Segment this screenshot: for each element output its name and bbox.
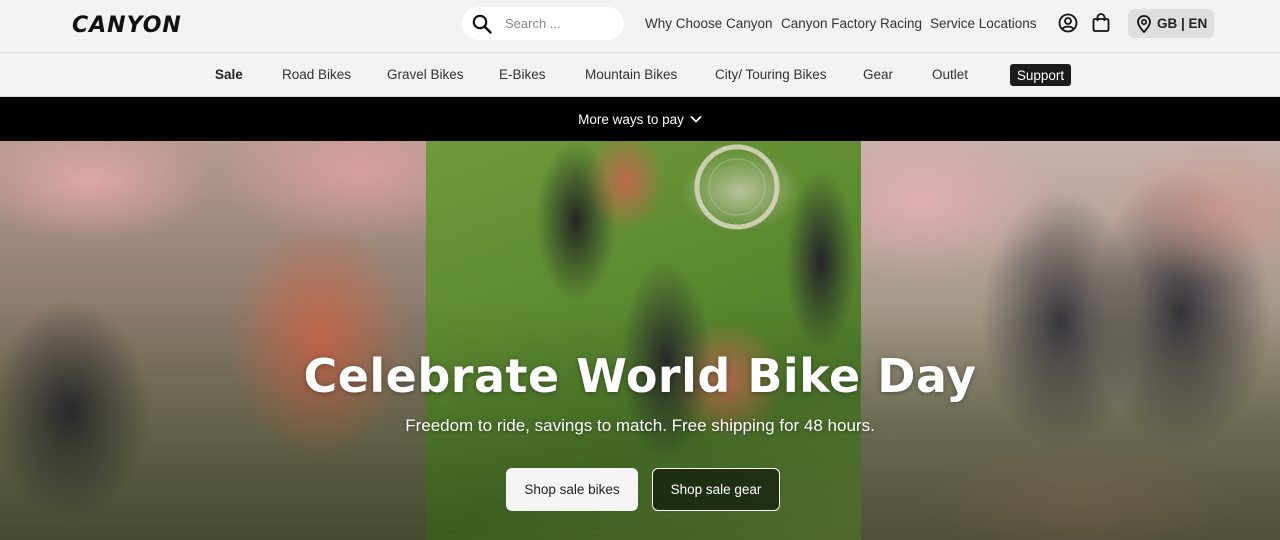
location-pin-icon (1136, 14, 1152, 33)
nav-canyon-factory-racing[interactable]: Canyon Factory Racing (781, 16, 922, 31)
svg-text:CANYON: CANYON (72, 13, 182, 35)
search-box[interactable] (462, 7, 624, 40)
category-support[interactable]: Support (1010, 64, 1071, 86)
search-input[interactable] (505, 16, 615, 31)
category-nav: Sale Road Bikes Gravel Bikes E-Bikes Mou… (0, 53, 1280, 97)
category-city-touring-bikes[interactable]: City/ Touring Bikes (715, 67, 827, 82)
chevron-down-icon (690, 114, 702, 124)
more-ways-to-pay-label: More ways to pay (578, 111, 684, 127)
hero-subtitle: Freedom to ride, savings to match. Free … (405, 416, 875, 435)
category-road-bikes[interactable]: Road Bikes (282, 67, 351, 82)
search-icon[interactable] (472, 14, 492, 34)
shop-sale-bikes-button[interactable]: Shop sale bikes (506, 468, 638, 511)
hero-title: Celebrate World Bike Day (303, 349, 977, 403)
cart-icon[interactable] (1091, 13, 1111, 33)
category-outlet[interactable]: Outlet (932, 67, 968, 82)
more-ways-to-pay-banner[interactable]: More ways to pay (0, 97, 1280, 141)
account-icon[interactable] (1058, 13, 1078, 33)
canyon-logo[interactable]: CANYON (72, 13, 202, 38)
category-e-bikes[interactable]: E-Bikes (499, 67, 546, 82)
shop-sale-gear-button[interactable]: Shop sale gear (652, 468, 780, 511)
locale-label: GB | EN (1157, 16, 1208, 31)
category-gravel-bikes[interactable]: Gravel Bikes (387, 67, 464, 82)
nav-why-choose-canyon[interactable]: Why Choose Canyon (645, 16, 773, 31)
locale-selector[interactable]: GB | EN (1128, 9, 1214, 38)
category-sale[interactable]: Sale (215, 67, 243, 82)
nav-service-locations[interactable]: Service Locations (930, 16, 1037, 31)
site-header: CANYON Why Choose Canyon Canyon Factory … (0, 0, 1280, 53)
hero-banner: Celebrate World Bike Day Freedom to ride… (0, 141, 1280, 540)
category-mountain-bikes[interactable]: Mountain Bikes (585, 67, 677, 82)
category-gear[interactable]: Gear (863, 67, 893, 82)
hero-overlay (0, 141, 1280, 540)
